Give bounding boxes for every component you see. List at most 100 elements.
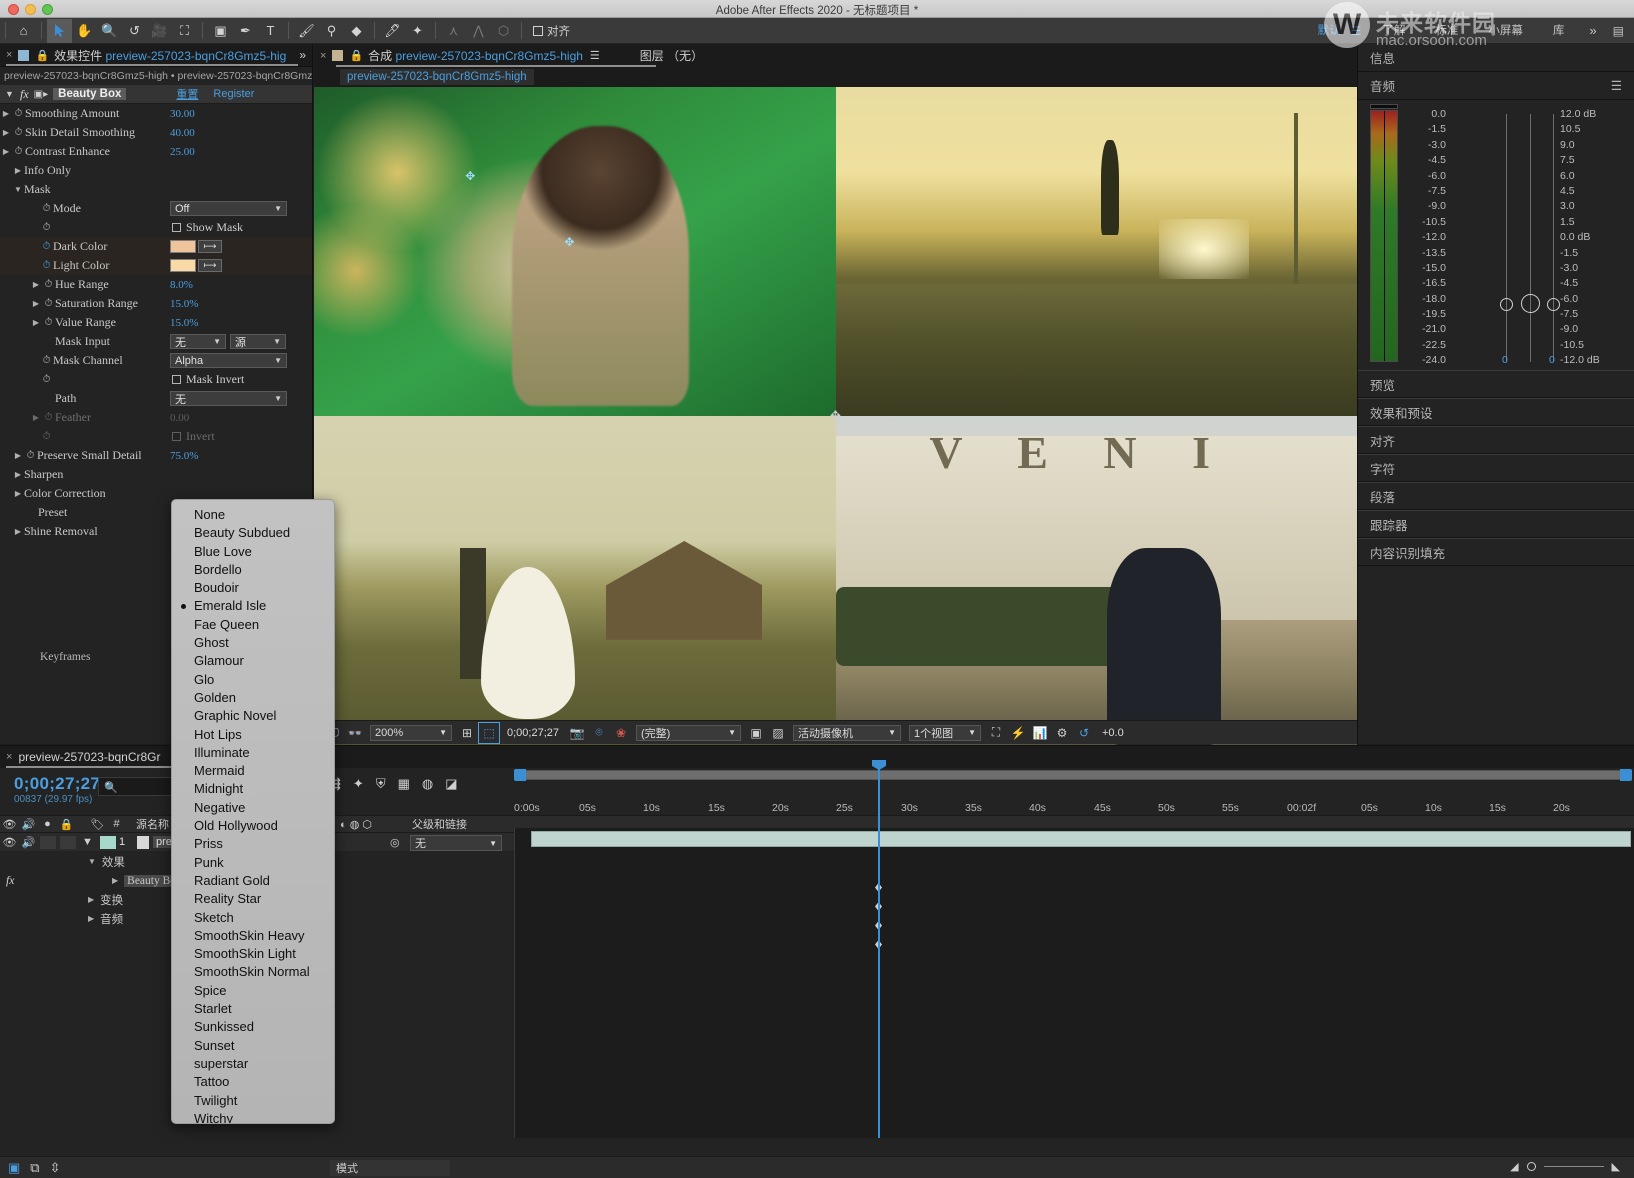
mask-invert-checkbox-label[interactable]: Mask Invert [172, 372, 244, 387]
reset-effect-button[interactable]: 重置 [176, 86, 198, 102]
menu-item-beauty-subdued[interactable]: Beauty Subdued [172, 524, 334, 542]
register-link[interactable]: Register [213, 88, 254, 100]
show-mask-checkbox-label[interactable]: Show Mask [172, 220, 243, 235]
pen-tool-icon[interactable]: ✒ [233, 19, 258, 43]
selection-tool-icon[interactable] [47, 19, 72, 43]
region-of-interest-toggle-icon[interactable]: ▣ [745, 722, 767, 744]
workspace-switcher[interactable]: 默认 ☰ 了解 标准 小屏幕 库 » ▤ [1303, 19, 1634, 43]
hand-tool-icon[interactable]: ✋ [72, 19, 97, 43]
chevron-down-icon[interactable]: ▼ [12, 185, 24, 194]
chevron-right-icon[interactable]: ▶ [0, 109, 12, 118]
checkbox-icon[interactable] [172, 223, 181, 232]
stopwatch-icon[interactable]: ⏱ [24, 450, 37, 461]
zoom-out-icon[interactable]: ◢ [1510, 1160, 1518, 1173]
property-row-show-mask[interactable]: ⏱ Show Mask [0, 218, 312, 237]
property-value[interactable]: 25.00 [170, 146, 195, 158]
chevron-right-icon[interactable]: ▶ [88, 895, 94, 904]
light-color-swatch[interactable] [170, 259, 196, 272]
puppet-starch-tool-icon[interactable]: ⋀ [466, 19, 491, 43]
timeline-graph-icon[interactable]: 📊 [1029, 722, 1051, 744]
stopwatch-icon[interactable]: ⏱ [40, 222, 53, 233]
flowchart-icon[interactable]: ⚙ [1051, 722, 1073, 744]
info-panel-header[interactable]: 信息 [1358, 44, 1634, 72]
chevron-right-icon[interactable]: ▶ [112, 876, 118, 885]
property-value[interactable]: 40.00 [170, 127, 195, 139]
work-area-start-handle[interactable] [514, 769, 526, 781]
rotation-tool-icon[interactable]: ↺ [122, 19, 147, 43]
work-area-end-handle[interactable] [1620, 769, 1632, 781]
property-row-value-range[interactable]: ▶ ⏱ Value Range 15.0% [0, 313, 312, 332]
layer-solo-cell[interactable] [40, 836, 56, 849]
workspace-library[interactable]: 库 [1538, 19, 1580, 43]
menu-item-boudoir[interactable]: Boudoir [172, 579, 334, 597]
reset-exposure-icon[interactable]: ↺ [1073, 722, 1095, 744]
close-tab-icon[interactable]: × [6, 751, 12, 763]
menu-item-none[interactable]: None [172, 506, 334, 524]
effect-point-marker-icon[interactable]: ✥ [465, 169, 475, 183]
menu-item-midnight[interactable]: Midnight [172, 780, 334, 798]
audio-master-slider-knob[interactable] [1521, 294, 1540, 313]
timeline-ruler[interactable]: 0:00s 05s 10s 15s 20s 25s 30s 35s 40s 45… [514, 790, 1634, 816]
tracker-panel-header[interactable]: 跟踪器 [1358, 510, 1634, 538]
audio-mute-icon[interactable]: 🔊 [19, 818, 38, 831]
property-row-hue-range[interactable]: ▶ ⏱ Hue Range 8.0% [0, 275, 312, 294]
menu-item-tattoo[interactable]: Tattoo [172, 1073, 334, 1091]
puppet-bend-tool-icon[interactable]: ⬡ [491, 19, 516, 43]
effect-point-marker-icon[interactable]: ✥ [564, 235, 574, 249]
timeline-zoom-slider-track[interactable] [1544, 1166, 1604, 1167]
audio-panel-body[interactable]: 0.0 -1.5 -3.0 -4.5 -6.0 -7.5 -9.0 -10.5 … [1358, 100, 1634, 370]
stopwatch-icon[interactable]: ⏱ [42, 317, 55, 328]
parent-dropdown[interactable]: 无 ▼ [410, 835, 502, 851]
property-group-sharpen[interactable]: ▶ Sharpen [0, 465, 312, 484]
animation-presets-icon[interactable]: ▣▸ [34, 89, 48, 100]
chevron-right-icon[interactable]: ▶ [30, 280, 42, 289]
property-row-skin-detail-smoothing[interactable]: ▶ ⏱ Skin Detail Smoothing 40.00 [0, 123, 312, 142]
workspace-menu-icon[interactable]: ☰ [1345, 24, 1368, 38]
video-visibility-icon[interactable]: 👁 [0, 818, 19, 831]
draft-3d-icon[interactable]: ✦ [353, 776, 364, 792]
path-dropdown[interactable]: 无 ▼ [170, 391, 287, 406]
roto-brush-tool-icon[interactable]: 🖊 [380, 19, 405, 43]
audio-right-slider-knob[interactable] [1547, 298, 1560, 311]
timeline-footer[interactable]: ▣ ⧉ ⇳ 模式 ◢ ◣ [0, 1156, 1634, 1178]
view-layout-dropdown[interactable]: 1个视图 ▼ [909, 725, 981, 741]
composition-breadcrumb-pill[interactable]: preview-257023-bqnCr8Gmz5-high [340, 69, 534, 85]
layer-expand-icon[interactable]: ▼ [78, 836, 97, 848]
property-row-dark-color[interactable]: ⏱ Dark Color ⟼ [0, 237, 312, 256]
chevron-right-icon[interactable]: ▶ [12, 527, 24, 536]
transfer-mode-label[interactable]: 模式 [330, 1160, 450, 1176]
character-panel-header[interactable]: 字符 [1358, 454, 1634, 482]
layer-video-toggle-icon[interactable]: 👁 [0, 836, 19, 849]
layer-tab[interactable]: 图层 （无） [640, 47, 703, 64]
chevron-right-icon[interactable]: ▶ [12, 166, 24, 175]
property-row-light-color[interactable]: ⏱ Light Color ⟼ [0, 256, 312, 275]
zoom-in-icon[interactable]: ◣ [1612, 1160, 1620, 1173]
menu-item-blue-love[interactable]: Blue Love [172, 543, 334, 561]
channel-rgb-icon[interactable]: ❀ [610, 722, 632, 744]
chevron-right-icon[interactable]: ▶ [30, 299, 42, 308]
menu-item-sunkissed[interactable]: Sunkissed [172, 1018, 334, 1036]
chevron-right-icon[interactable]: ▶ [12, 470, 24, 479]
current-time-indicator[interactable] [878, 768, 880, 1138]
home-icon[interactable]: ⌂ [11, 19, 36, 43]
puppet-overlap-tool-icon[interactable]: ⋏ [441, 19, 466, 43]
frame-blending-icon[interactable]: ▦ [398, 776, 410, 792]
show-snapshot-icon[interactable]: ⌾ [588, 722, 610, 744]
chevron-right-icon[interactable]: ▶ [0, 147, 12, 156]
effects-presets-panel-header[interactable]: 效果和预设 [1358, 398, 1634, 426]
layer-lock-cell[interactable] [60, 836, 76, 849]
chevron-right-icon[interactable]: ▶ [30, 318, 42, 327]
menu-item-mermaid[interactable]: Mermaid [172, 762, 334, 780]
hide-shy-layers-icon[interactable]: ⛨ [376, 776, 386, 792]
audio-right-value[interactable]: 0 [1549, 354, 1555, 366]
menu-item-fae-queen[interactable]: Fae Queen [172, 616, 334, 634]
audio-left-slider-knob[interactable] [1500, 298, 1513, 311]
motion-blur-icon[interactable]: ◍ [422, 776, 433, 792]
menu-item-smoothskin-light[interactable]: SmoothSkin Light [172, 945, 334, 963]
property-row-smoothing-amount[interactable]: ▶ ⏱ Smoothing Amount 30.00 [0, 104, 312, 123]
menu-item-starlet[interactable]: Starlet [172, 1000, 334, 1018]
menu-item-sketch[interactable]: Sketch [172, 909, 334, 927]
exposure-value[interactable]: +0.0 [1095, 727, 1131, 739]
property-row-mode[interactable]: ⏱ Mode Off ▼ [0, 199, 312, 218]
timeline-clip-bar[interactable] [531, 831, 1631, 847]
